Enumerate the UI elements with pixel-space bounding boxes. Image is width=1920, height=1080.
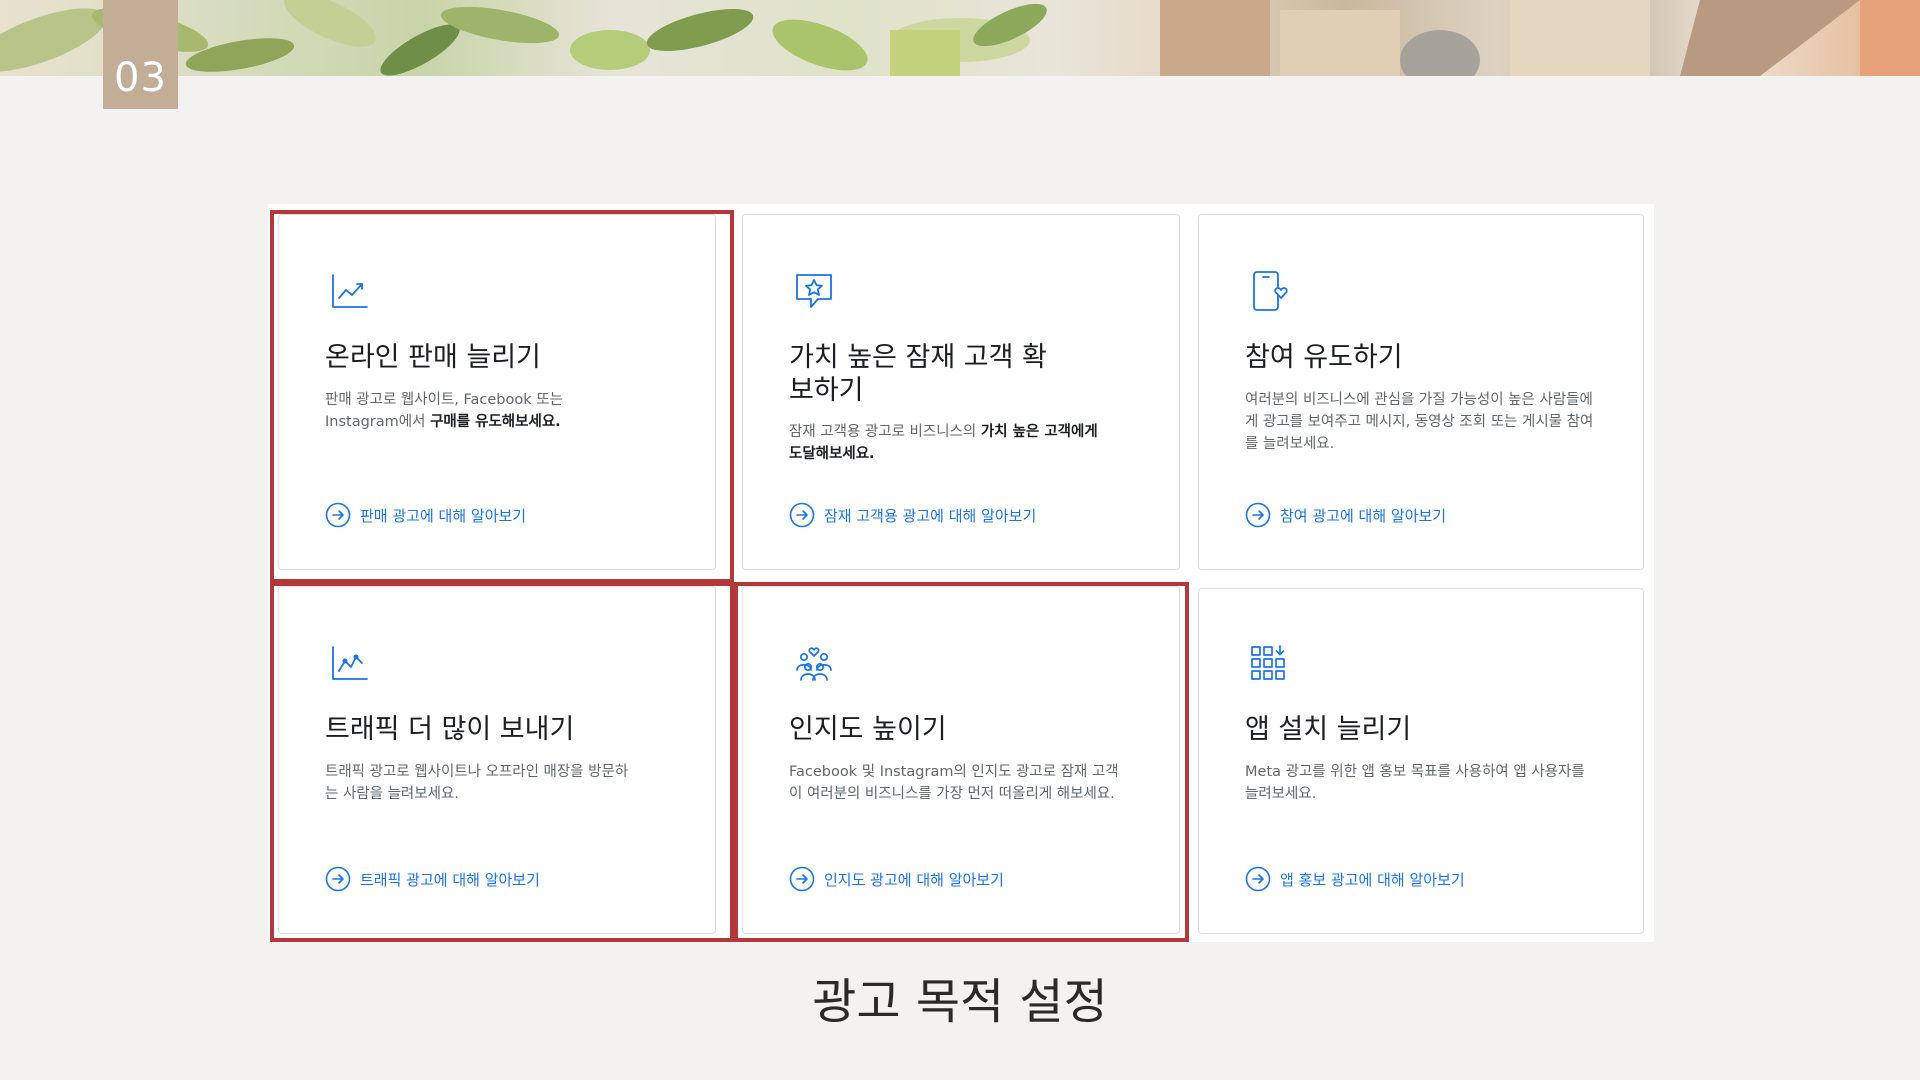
app-grid-download-icon: [1248, 643, 1292, 687]
arrow-circle-icon: [1245, 866, 1271, 892]
arrow-circle-icon: [789, 502, 815, 528]
link-label: 판매 광고에 대해 알아보기: [360, 506, 527, 525]
objective-card-awareness[interactable]: 인지도 높이기 Facebook 및 Instagram의 인지도 광고로 잠재…: [742, 586, 1180, 934]
link-label: 잠재 고객용 광고에 대해 알아보기: [824, 506, 1037, 525]
card-title: 트래픽 더 많이 보내기: [325, 714, 575, 745]
card-description: Meta 광고를 위한 앱 홍보 목표를 사용하여 앱 사용자를 늘려보세요.: [1245, 764, 1585, 802]
objective-card-traffic[interactable]: 트래픽 더 많이 보내기 트래픽 광고로 웹사이트나 오프라인 매장을 방문하는…: [278, 586, 716, 934]
learn-more-link[interactable]: 판매 광고에 대해 알아보기: [325, 501, 526, 529]
link-label: 앱 홍보 광고에 대해 알아보기: [1280, 870, 1465, 889]
arrow-circle-icon: [325, 502, 351, 528]
learn-more-link[interactable]: 참여 광고에 대해 알아보기: [1245, 501, 1446, 529]
phone-heart-icon: [1248, 269, 1292, 313]
slide-caption: 광고 목적 설정: [812, 974, 1108, 1030]
objective-card-leads[interactable]: 가치 높은 잠재 고객 확보하기 잠재 고객용 광고로 비즈니스의 가치 높은 …: [742, 214, 1180, 570]
traffic-chart-icon: [328, 641, 372, 685]
people-heart-icon: [792, 641, 836, 685]
learn-more-link[interactable]: 트래픽 광고에 대해 알아보기: [325, 865, 540, 893]
card-title: 참여 유도하기: [1245, 342, 1403, 373]
objective-card-app-promotion[interactable]: 앱 설치 늘리기 Meta 광고를 위한 앱 홍보 목표를 사용하여 앱 사용자…: [1198, 588, 1644, 934]
card-description: Facebook 및 Instagram의 인지도 광고로 잠재 고객이 여러분…: [789, 764, 1119, 802]
star-speech-bubble-icon: [792, 269, 836, 313]
card-title: 온라인 판매 늘리기: [325, 342, 541, 373]
learn-more-link[interactable]: 인지도 광고에 대해 알아보기: [789, 865, 1004, 893]
learn-more-link[interactable]: 잠재 고객용 광고에 대해 알아보기: [789, 501, 1036, 529]
arrow-circle-icon: [325, 866, 351, 892]
header-photo-banner: [0, 0, 1920, 76]
objective-card-sales[interactable]: 온라인 판매 늘리기 판매 광고로 웹사이트, Facebook 또는 Inst…: [278, 214, 716, 570]
link-label: 인지도 광고에 대해 알아보기: [824, 870, 1004, 889]
link-label: 참여 광고에 대해 알아보기: [1280, 506, 1447, 525]
card-title: 앱 설치 늘리기: [1245, 714, 1412, 745]
line-chart-icon: [328, 269, 372, 313]
card-title: 가치 높은 잠재 고객 확보하기: [789, 342, 1047, 406]
card-description: 여러분의 비즈니스에 관심을 가질 가능성이 높은 사람들에게 광고를 보여주고…: [1245, 392, 1594, 452]
arrow-circle-icon: [1245, 502, 1271, 528]
card-title: 인지도 높이기: [789, 714, 947, 745]
link-label: 트래픽 광고에 대해 알아보기: [360, 870, 540, 889]
objective-card-engagement[interactable]: 참여 유도하기 여러분의 비즈니스에 관심을 가질 가능성이 높은 사람들에게 …: [1198, 214, 1644, 570]
arrow-circle-icon: [789, 866, 815, 892]
card-description: 트래픽 광고로 웹사이트나 오프라인 매장을 방문하는 사람을 늘려보세요.: [325, 764, 629, 802]
plants-photo: [0, 0, 1920, 76]
card-description: 판매 광고로 웹사이트, Facebook 또는 Instagram에서 구매를…: [325, 392, 563, 430]
ad-objectives-panel: 온라인 판매 늘리기 판매 광고로 웹사이트, Facebook 또는 Inst…: [268, 204, 1654, 942]
card-description: 잠재 고객용 광고로 비즈니스의 가치 높은 고객에게 도달해보세요.: [789, 424, 1098, 462]
slide-number-badge: 03: [103, 0, 178, 109]
learn-more-link[interactable]: 앱 홍보 광고에 대해 알아보기: [1245, 865, 1465, 893]
